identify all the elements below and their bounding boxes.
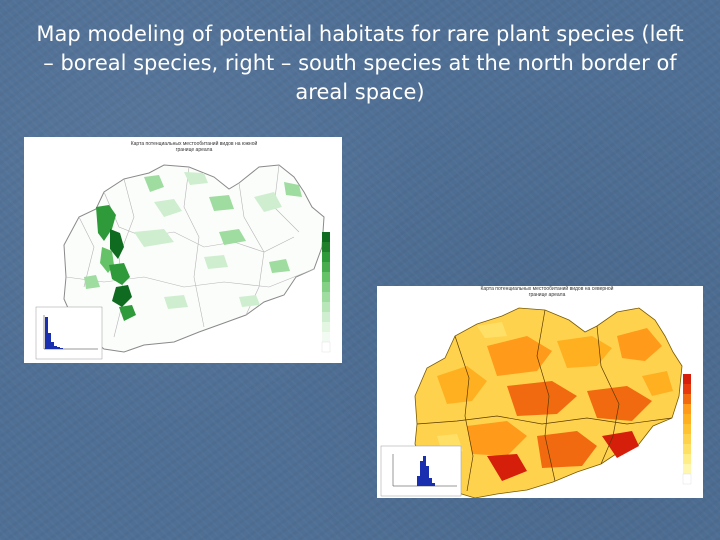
boreal-species-map [35, 164, 331, 360]
boreal-map-title: Карта потенциальных местообитаний видов … [130, 141, 258, 153]
histogram-inset [35, 306, 103, 360]
map-color-legend [682, 374, 692, 485]
map-color-legend [321, 232, 331, 353]
south-map-title: Карта потенциальных местообитаний видов … [480, 286, 614, 298]
south-species-map [380, 307, 692, 498]
histogram-inset [380, 445, 462, 497]
south-species-map-panel: Карта потенциальных местообитаний видов … [377, 286, 703, 498]
slide-title: Map modeling of potential habitats for r… [36, 22, 684, 104]
boreal-species-map-panel: Карта потенциальных местообитаний видов … [24, 137, 342, 363]
